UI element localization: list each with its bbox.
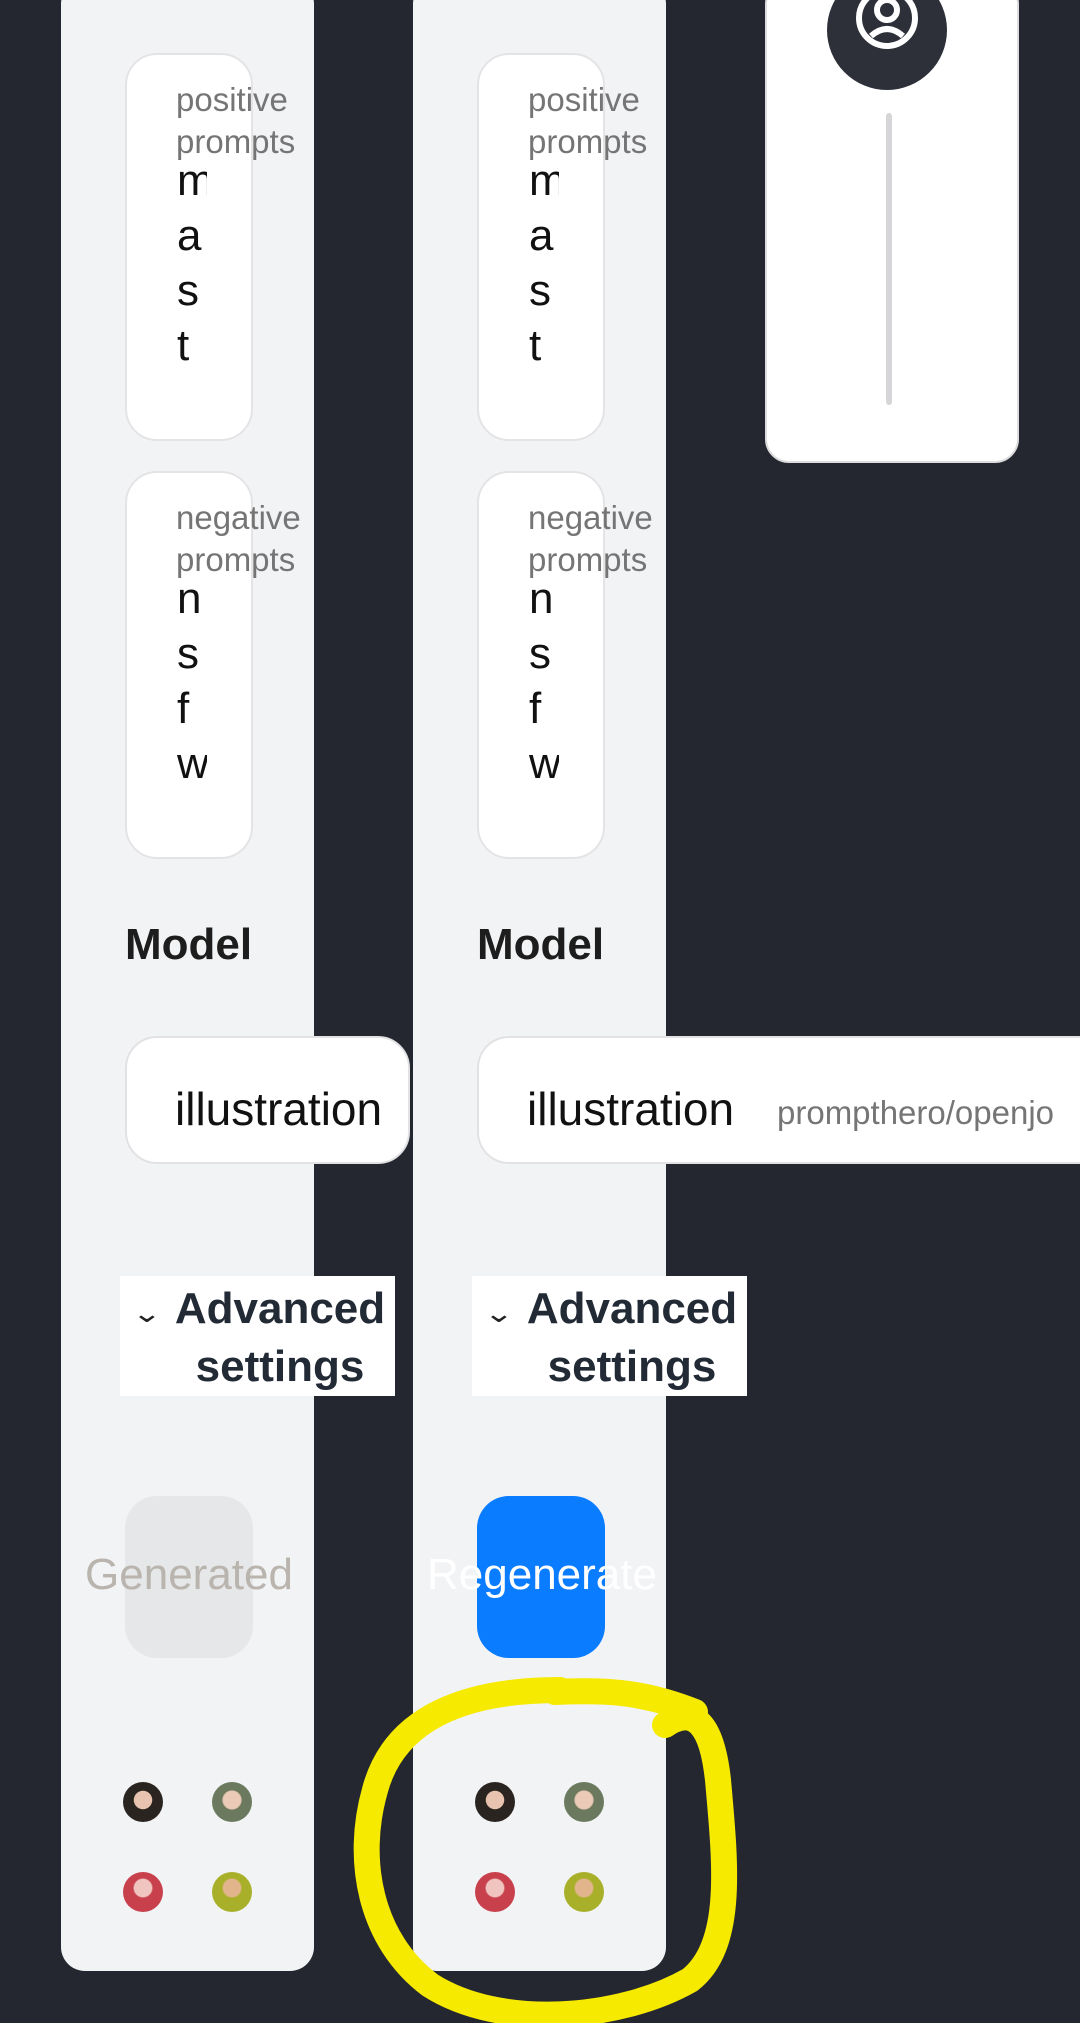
advanced-settings-toggle-2[interactable]: ⌄ Advanced settings bbox=[472, 1276, 747, 1396]
generated-button-label: Generated bbox=[85, 1550, 293, 1599]
chevron-down-icon: ⌄ bbox=[131, 1298, 163, 1328]
advanced-settings-label: Advanced settings bbox=[526, 1284, 738, 1391]
model-select-2[interactable]: illustration prompthero/openjo bbox=[477, 1036, 1080, 1164]
result-thumbnail-1[interactable] bbox=[475, 1782, 515, 1822]
model-title: Model bbox=[477, 920, 605, 969]
positive-prompt-label: positive prompts bbox=[528, 81, 648, 160]
model-select-1[interactable]: illustration bbox=[125, 1036, 410, 1164]
negative-prompt-label: negative prompts bbox=[528, 499, 653, 578]
negative-prompt-field[interactable]: negative prompts nsfw bbox=[125, 471, 301, 859]
result-thumbnail-4[interactable] bbox=[212, 1872, 252, 1912]
model-value: illustration bbox=[175, 1083, 383, 1135]
result-thumbnail-3[interactable] bbox=[475, 1872, 515, 1912]
result-thumbnail-2[interactable] bbox=[212, 1782, 252, 1822]
vertical-scroll-slider[interactable] bbox=[886, 113, 892, 405]
positive-prompt-value: mast bbox=[529, 156, 559, 370]
positive-prompt-field[interactable]: positive prompts mast bbox=[125, 53, 295, 441]
positive-prompt-label: positive prompts bbox=[176, 81, 296, 160]
positive-prompt-value: mast bbox=[177, 156, 207, 370]
negative-prompt-value: nsfw bbox=[177, 574, 207, 788]
result-thumbnail-2[interactable] bbox=[564, 1782, 604, 1822]
negative-prompt-value: nsfw bbox=[529, 574, 559, 788]
user-circle-icon bbox=[856, 0, 918, 49]
chevron-down-icon: ⌄ bbox=[483, 1298, 515, 1328]
result-thumbnail-3[interactable] bbox=[123, 1872, 163, 1912]
model-title: Model bbox=[125, 920, 253, 969]
negative-prompt-label: negative prompts bbox=[176, 499, 301, 578]
advanced-settings-label: Advanced settings bbox=[174, 1284, 386, 1391]
result-thumbnail-1[interactable] bbox=[123, 1782, 163, 1822]
regenerate-button-label: Regenerate bbox=[427, 1550, 657, 1599]
model-path: prompthero/openjo bbox=[777, 1094, 1055, 1131]
generated-button: Generated bbox=[85, 1496, 293, 1658]
regenerate-button[interactable]: Regenerate bbox=[427, 1496, 657, 1658]
negative-prompt-field[interactable]: negative prompts nsfw bbox=[477, 471, 653, 859]
model-value: illustration bbox=[527, 1083, 735, 1135]
generation-panel-2: positive prompts mast negative prompts n… bbox=[413, 0, 666, 1971]
generation-panel-1: positive prompts mast negative prompts n… bbox=[61, 0, 314, 1971]
side-card bbox=[765, 0, 1019, 463]
user-avatar-button[interactable] bbox=[827, 0, 947, 90]
advanced-settings-toggle-1[interactable]: ⌄ Advanced settings bbox=[120, 1276, 395, 1396]
positive-prompt-field[interactable]: positive prompts mast bbox=[477, 53, 647, 441]
result-thumbnail-4[interactable] bbox=[564, 1872, 604, 1912]
